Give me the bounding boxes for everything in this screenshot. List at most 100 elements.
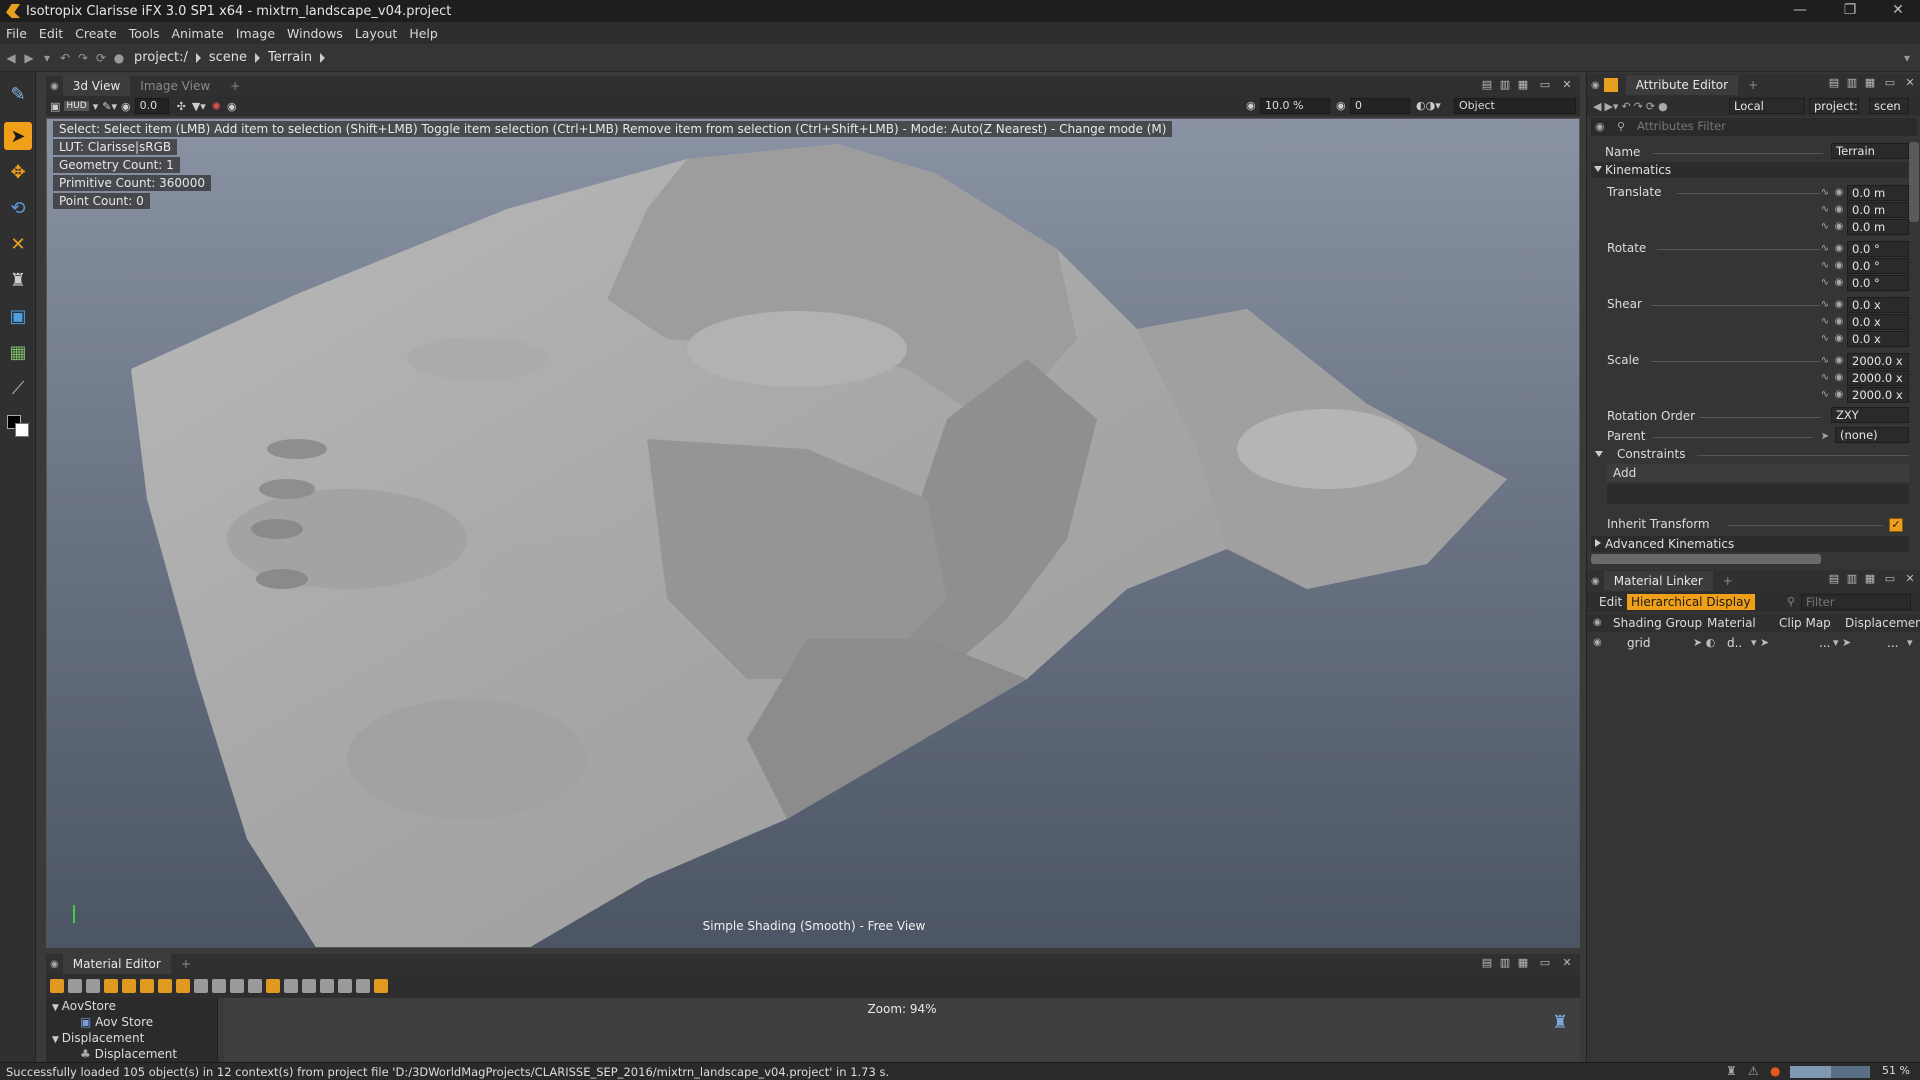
scale-y-field[interactable]: 2000.0 x xyxy=(1847,370,1909,386)
node-tool-icon[interactable] xyxy=(356,979,370,993)
graph-navigator-icon[interactable]: ♜ xyxy=(1552,1012,1568,1033)
layout-split-v-icon[interactable]: ▦ xyxy=(1863,572,1877,586)
rotate-y-field[interactable]: 0.0 ° xyxy=(1847,258,1909,274)
tab-image-view[interactable]: Image View xyxy=(130,76,220,96)
tab-add[interactable]: + xyxy=(220,76,250,96)
curve-icon[interactable]: ∿ xyxy=(1819,221,1831,233)
tree-item[interactable]: ▼ Displacement xyxy=(46,1030,217,1046)
menu-tools[interactable]: Tools xyxy=(129,26,160,41)
maximize-panel-icon[interactable]: ▭ xyxy=(1538,78,1552,92)
panel-lock-icon[interactable]: ◉ xyxy=(50,959,59,970)
tree-item[interactable]: ▼ AovStore xyxy=(46,998,217,1014)
name-field[interactable]: Terrain xyxy=(1831,143,1909,159)
tab-add[interactable]: + xyxy=(1713,571,1743,591)
translate-x-field[interactable]: 0.0 m xyxy=(1847,185,1909,201)
scale-x-field[interactable]: 2000.0 x xyxy=(1847,353,1909,369)
eye-icon[interactable]: ◉ xyxy=(1833,260,1845,272)
menu-image[interactable]: Image xyxy=(236,26,275,41)
node-tool-icon[interactable] xyxy=(122,979,136,993)
undo-icon[interactable]: ↶ xyxy=(1621,100,1630,113)
node-tool-icon[interactable] xyxy=(266,979,280,993)
terrain-mesh[interactable] xyxy=(47,119,1580,948)
attributes-filter-input[interactable]: Attributes Filter xyxy=(1633,119,1913,135)
vertical-scrollbar[interactable] xyxy=(1909,142,1919,222)
column-displacement[interactable]: Displacement xyxy=(1845,616,1920,630)
node-tool-icon[interactable] xyxy=(374,979,388,993)
visibility-eye-icon[interactable]: ◉ xyxy=(1593,637,1602,648)
tab-add[interactable]: + xyxy=(171,954,201,974)
visibility-eye-icon[interactable]: ◉ xyxy=(1593,617,1602,628)
shear-x-field[interactable]: 0.0 x xyxy=(1847,297,1909,313)
curve-icon[interactable]: ∿ xyxy=(1819,389,1831,401)
layout-split-icon[interactable]: ▤ xyxy=(1827,572,1841,586)
table-row[interactable]: ◉ grid ➤ ◐ d.. ▾ ➤ ... ▾ ➤ ... ▾ xyxy=(1587,634,1920,652)
advanced-kinematics-section[interactable]: Advanced Kinematics xyxy=(1591,536,1909,552)
close-panel-icon[interactable]: ✕ xyxy=(1560,956,1574,970)
eye-icon[interactable]: ◉ xyxy=(1833,299,1845,311)
move-tool-icon[interactable]: ✥ xyxy=(4,158,32,186)
layout-split-h-icon[interactable]: ▥ xyxy=(1498,78,1512,92)
scale-tool-icon[interactable]: ✕ xyxy=(4,230,32,258)
color-swatch-icon[interactable] xyxy=(4,412,32,440)
refresh-icon[interactable]: ⟳ xyxy=(1646,100,1655,113)
parent-field[interactable]: (none) xyxy=(1835,427,1909,443)
displacement-value[interactable]: ... xyxy=(1887,636,1898,650)
node-tool-icon[interactable] xyxy=(158,979,172,993)
space-dropdown[interactable]: Local xyxy=(1729,98,1805,114)
add-constraint-button[interactable]: Add xyxy=(1607,464,1909,482)
select-tool-icon[interactable]: ➤ xyxy=(4,122,32,150)
forward-arrow-icon[interactable]: ▶ xyxy=(22,51,36,65)
display-mode-icon[interactable]: ▾ xyxy=(93,100,99,113)
tree-item[interactable]: ▣ Aov Store xyxy=(46,1014,217,1030)
record-icon[interactable]: ✺ xyxy=(212,100,221,113)
shading-sphere-icon[interactable]: ◐◑▾ xyxy=(1416,99,1441,112)
eye-icon[interactable]: ◉ xyxy=(1833,187,1845,199)
column-shading-group[interactable]: Shading Group xyxy=(1613,616,1702,630)
collapse-arrow-icon[interactable] xyxy=(1595,451,1603,457)
3d-viewport[interactable]: Select: Select item (LMB) Add item to se… xyxy=(46,118,1580,948)
redo-icon[interactable]: ↷ xyxy=(1634,100,1643,113)
menu-animate[interactable]: Animate xyxy=(171,26,223,41)
node-tool-icon[interactable] xyxy=(194,979,208,993)
menu-layout[interactable]: Layout xyxy=(355,26,398,41)
eye-icon[interactable]: ◉ xyxy=(1833,243,1845,255)
curve-icon[interactable]: ∿ xyxy=(1819,372,1831,384)
rotate-x-field[interactable]: 0.0 ° xyxy=(1847,241,1909,257)
node-tool-icon[interactable] xyxy=(284,979,298,993)
column-material[interactable]: Material xyxy=(1707,616,1756,630)
warning-icon[interactable]: ⚠ xyxy=(1748,1064,1759,1078)
log-icon[interactable]: ♜ xyxy=(1726,1064,1737,1078)
select-mode-dropdown[interactable]: Object xyxy=(1454,98,1576,114)
translate-y-field[interactable]: 0.0 m xyxy=(1847,202,1909,218)
node-tool-icon[interactable] xyxy=(338,979,352,993)
zoom-field[interactable]: 10.0 % xyxy=(1260,98,1330,114)
eye-icon[interactable]: ◉ xyxy=(1833,333,1845,345)
hud-toggle-button[interactable]: HUD xyxy=(64,101,89,111)
node-tool-icon[interactable] xyxy=(176,979,190,993)
node-tool-icon[interactable] xyxy=(140,979,154,993)
breadcrumb-arrow-icon[interactable] xyxy=(320,52,326,63)
horizontal-scrollbar[interactable] xyxy=(1591,554,1821,564)
tab-3d-view[interactable]: 3d View xyxy=(62,76,131,96)
layout-split-icon[interactable]: ▤ xyxy=(1827,76,1841,90)
inherit-transform-checkbox[interactable]: ✓ xyxy=(1889,518,1903,532)
paint-tool-icon[interactable]: ♜ xyxy=(4,266,32,294)
tab-material-linker[interactable]: Material Linker xyxy=(1603,571,1713,591)
node-tool-icon[interactable] xyxy=(302,979,316,993)
rotation-order-dropdown[interactable]: ZXY xyxy=(1831,407,1909,423)
node-tool-icon[interactable] xyxy=(320,979,334,993)
eye-icon[interactable]: ◉ xyxy=(1833,355,1845,367)
layout-split-h-icon[interactable]: ▥ xyxy=(1845,76,1859,90)
eyedropper-tool-icon[interactable]: ✎ xyxy=(4,80,32,108)
back-arrow-icon[interactable]: ◀ xyxy=(4,51,18,65)
curve-icon[interactable]: ∿ xyxy=(1819,243,1831,255)
pin-icon[interactable]: ● xyxy=(112,51,126,65)
path-field[interactable]: project:/ xyxy=(1809,98,1859,114)
curve-icon[interactable]: ∿ xyxy=(1819,299,1831,311)
node-tool-icon[interactable] xyxy=(230,979,244,993)
maximize-panel-icon[interactable]: ▭ xyxy=(1538,956,1552,970)
redo-icon[interactable]: ↷ xyxy=(76,51,90,65)
maximize-panel-icon[interactable]: ▭ xyxy=(1883,76,1897,90)
forward-arrow-icon[interactable]: ▶▾ xyxy=(1604,100,1618,113)
tree-item[interactable]: ♣ Displacement xyxy=(46,1046,217,1062)
